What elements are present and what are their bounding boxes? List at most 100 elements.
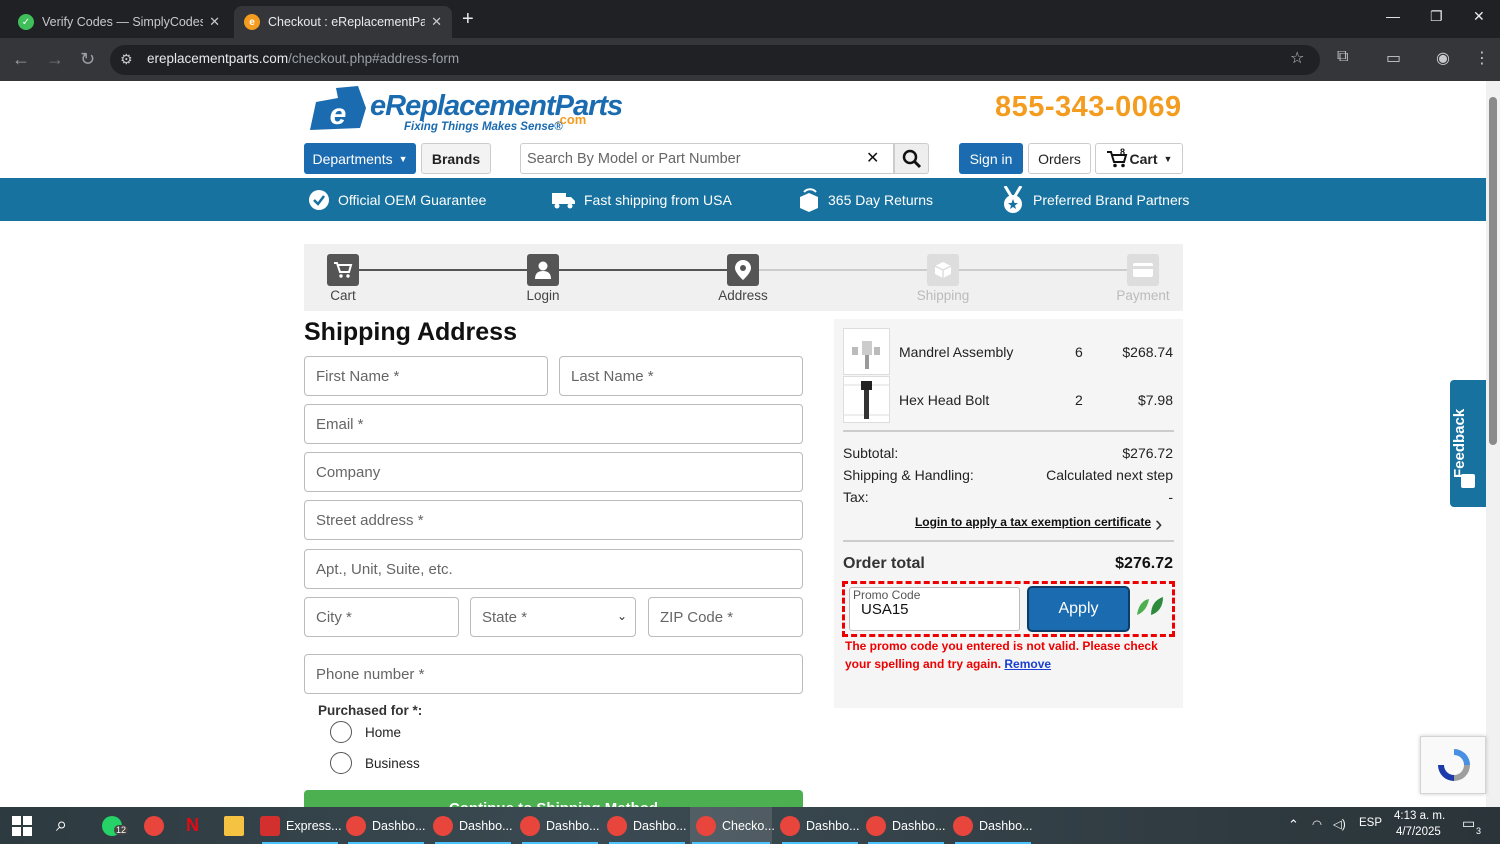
orders-button[interactable]: Orders — [1028, 143, 1091, 174]
tax-exemption-link[interactable]: Login to apply a tax exemption certifica… — [915, 515, 1151, 529]
volume-icon[interactable]: ◁) — [1333, 817, 1346, 831]
promo-code-value[interactable]: USA15 — [861, 601, 909, 618]
apt-field[interactable] — [304, 549, 803, 589]
tab-simplycodes[interactable]: ✓ Verify Codes — SimplyCodes ✕ — [8, 6, 230, 38]
departments-button[interactable]: Departments ▼ — [304, 143, 416, 174]
start-button[interactable] — [12, 807, 32, 844]
site-info-icon[interactable]: ⚙ — [120, 51, 133, 68]
item-qty: 2 — [1075, 392, 1083, 408]
city-input[interactable] — [305, 598, 458, 636]
truck-icon — [552, 192, 575, 208]
chrome-icon — [953, 815, 973, 836]
item-thumbnail[interactable] — [843, 328, 890, 375]
taskbar-app[interactable]: Dashbo... — [346, 807, 426, 844]
radio-business[interactable] — [330, 752, 352, 774]
feedback-label[interactable]: Feedback — [1451, 388, 1468, 478]
tab-checkout[interactable]: e Checkout : eReplacementParts.c ✕ — [234, 6, 452, 38]
taskbar-app[interactable]: Dashbo... — [433, 807, 513, 844]
first-name-input[interactable] — [305, 357, 547, 395]
search-input[interactable] — [521, 144, 851, 173]
subtotal-value: $276.72 — [1122, 445, 1173, 461]
state-select[interactable]: State * ⌄ — [470, 597, 636, 637]
wifi-icon[interactable]: ◠ — [1312, 817, 1322, 831]
first-name-field[interactable] — [304, 356, 548, 396]
tax-label: Tax: — [843, 489, 869, 505]
email-input[interactable] — [305, 405, 802, 443]
chrome-taskbar-button[interactable] — [144, 807, 170, 844]
taskbar-app[interactable]: Dashbo... — [520, 807, 600, 844]
phone-field[interactable] — [304, 654, 803, 694]
brands-button[interactable]: Brands — [421, 143, 491, 174]
site-logo[interactable]: e eReplacementParts .com Fixing Things M… — [308, 84, 623, 138]
chevron-up-icon[interactable]: ⌃ — [1288, 817, 1299, 833]
city-field[interactable] — [304, 597, 459, 637]
extensions-icon[interactable]: ⧉ — [1337, 48, 1348, 66]
taskbar-app-label: Dashbo... — [372, 818, 426, 833]
last-name-input[interactable] — [560, 357, 802, 395]
forward-icon[interactable]: → — [46, 48, 64, 70]
close-tab-icon[interactable]: ✕ — [431, 14, 442, 30]
tab-search-icon[interactable]: ▭ — [1386, 48, 1401, 68]
close-window-icon[interactable]: ✕ — [1473, 8, 1485, 25]
radio-home-label[interactable]: Home — [365, 725, 401, 740]
sign-in-button[interactable]: Sign in — [959, 143, 1023, 174]
logo-tagline: Fixing Things Makes Sense® — [404, 121, 563, 133]
clock-time[interactable]: 4:13 a. m. — [1394, 810, 1445, 822]
file-explorer-taskbar-button[interactable] — [224, 807, 250, 844]
folder-icon — [224, 815, 244, 836]
new-tab-icon[interactable]: + — [462, 8, 474, 30]
radio-business-label[interactable]: Business — [365, 756, 420, 771]
netflix-icon: N — [186, 815, 199, 835]
netflix-taskbar-button[interactable]: N — [186, 807, 199, 844]
clear-search-icon[interactable]: ✕ — [866, 148, 879, 168]
bookmark-star-icon[interactable]: ☆ — [1290, 48, 1304, 68]
taskbar-app[interactable]: Dashbo... — [953, 807, 1033, 844]
benefit-shipping: Fast shipping from USA — [552, 178, 732, 221]
benefit-label: Official OEM Guarantee — [338, 191, 487, 208]
street-address-field[interactable] — [304, 500, 803, 540]
url-text[interactable]: ereplacementparts.com/checkout.php#addre… — [147, 51, 459, 66]
recaptcha-badge[interactable] — [1420, 736, 1486, 794]
taskbar-app-active[interactable]: Checko... — [690, 807, 775, 844]
last-name-field[interactable] — [559, 356, 803, 396]
back-icon[interactable]: ← — [12, 48, 30, 70]
taskbar-app[interactable]: Dashbo... — [866, 807, 946, 844]
remove-promo-link[interactable]: Remove — [1004, 657, 1051, 671]
search-button[interactable] — [894, 143, 929, 174]
item-price: $7.98 — [1137, 392, 1173, 408]
phone-input[interactable] — [305, 655, 802, 693]
notifications-icon[interactable]: ▭ — [1462, 815, 1475, 832]
taskbar-app-label: Dashbo... — [459, 818, 513, 833]
profile-icon[interactable]: ◉ — [1436, 48, 1450, 68]
whatsapp-taskbar-button[interactable]: 12 — [102, 807, 129, 844]
reload-icon[interactable]: ↻ — [80, 48, 95, 70]
step-address-icon — [727, 254, 759, 286]
email-field[interactable] — [304, 404, 803, 444]
street-address-input[interactable] — [305, 501, 802, 539]
minimize-icon[interactable]: — — [1386, 8, 1400, 24]
taskbar-app[interactable]: Dashbo... — [607, 807, 687, 844]
clock-date[interactable]: 4/7/2025 — [1396, 826, 1441, 838]
search-icon[interactable]: ⌕ — [56, 807, 67, 844]
benefit-oem: Official OEM Guarantee — [308, 178, 486, 221]
radio-home[interactable] — [330, 721, 352, 743]
scrollbar-thumb[interactable] — [1489, 97, 1497, 445]
restore-icon[interactable]: ❐ — [1430, 8, 1443, 25]
language-indicator[interactable]: ESP — [1359, 817, 1382, 829]
phone-number[interactable]: 855-343-0069 — [995, 91, 1182, 124]
company-input[interactable] — [305, 453, 802, 491]
search-field[interactable] — [520, 143, 894, 174]
step-payment-icon — [1127, 254, 1159, 286]
apt-input[interactable] — [305, 550, 802, 588]
zip-field[interactable] — [648, 597, 803, 637]
company-field[interactable] — [304, 452, 803, 492]
close-tab-icon[interactable]: ✕ — [209, 14, 220, 30]
cart-button[interactable]: Cart ▼ — [1095, 143, 1183, 174]
browser-menu-icon[interactable]: ⋮ — [1474, 48, 1490, 68]
taskbar-app[interactable]: Express... — [260, 807, 342, 844]
apply-promo-button[interactable]: Apply — [1027, 586, 1130, 632]
chevron-right-icon[interactable]: › — [1155, 512, 1162, 536]
zip-input[interactable] — [649, 598, 802, 636]
taskbar-app[interactable]: Dashbo... — [780, 807, 860, 844]
item-thumbnail[interactable] — [843, 376, 890, 423]
